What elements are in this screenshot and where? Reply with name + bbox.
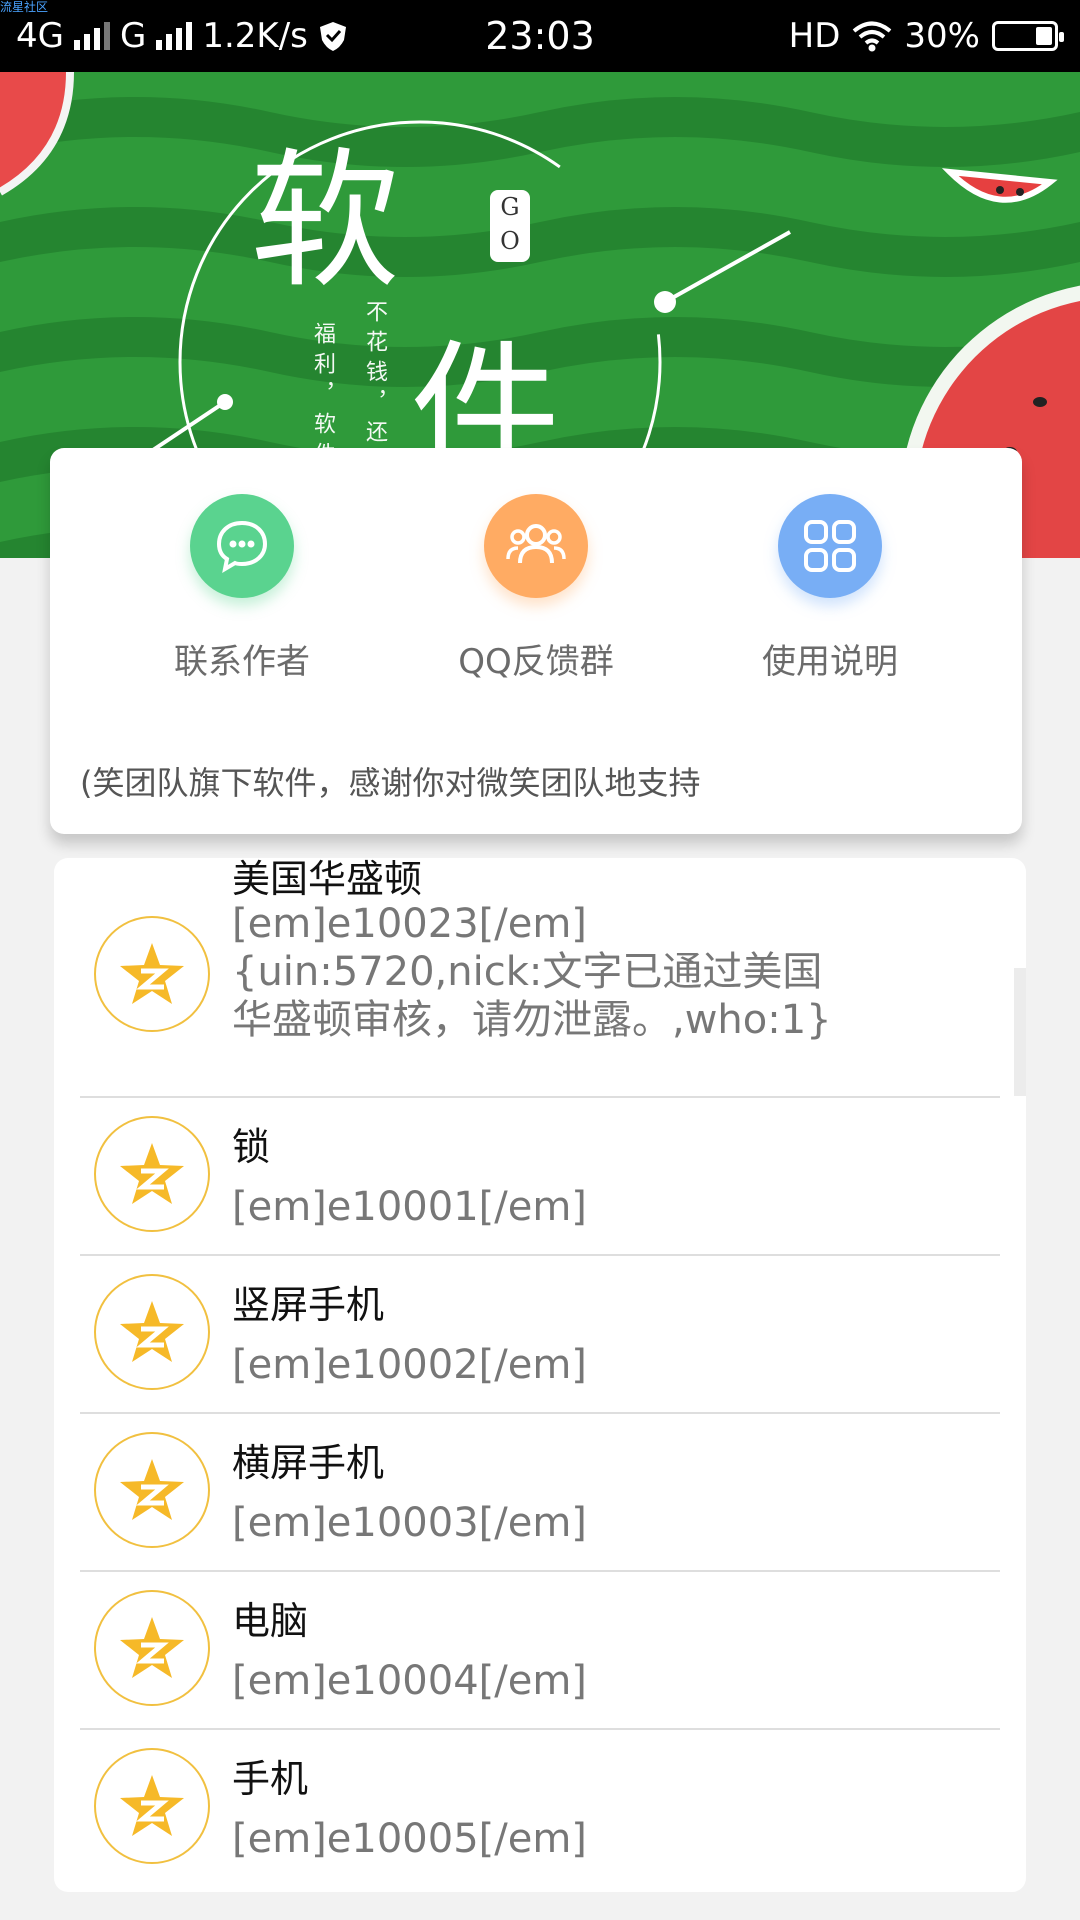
list-item[interactable]: 横屏手机 [em]e10003[/em] <box>80 1414 1000 1572</box>
contact-author-button[interactable]: 联系作者 <box>122 494 362 683</box>
item-code: [em]e10023[/em]{uin:5720,nick:文字已通过美国华盛顿… <box>232 901 832 1043</box>
item-code: [em]e10003[/em] <box>232 1500 587 1546</box>
item-name: 竖屏手机 <box>232 1283 385 1327</box>
item-name: 横屏手机 <box>232 1441 385 1485</box>
item-code: [em]e10002[/em] <box>232 1342 587 1388</box>
watermark-text: 流星社区 <box>0 0 49 14</box>
banner-title-char-1: 软 <box>250 135 401 309</box>
instructions-button[interactable]: 使用说明 <box>710 494 950 683</box>
qq-feedback-group-label: QQ反馈群 <box>458 642 614 682</box>
system-status: HD 30% <box>788 16 1064 56</box>
item-name: 手机 <box>232 1757 309 1801</box>
list-item[interactable]: 电脑 [em]e10004[/em] <box>80 1572 1000 1730</box>
status-bar: 流星社区 4G G 1.2K/s 23:03 HD 30% <box>0 0 1080 72</box>
action-icon-circle <box>190 494 294 598</box>
action-icon-circle <box>778 494 882 598</box>
battery-percent: 30% <box>904 16 980 56</box>
scrollbar[interactable] <box>1014 968 1026 1096</box>
qq-feedback-group-button[interactable]: QQ反馈群 <box>416 494 656 683</box>
action-card: 联系作者 QQ反馈群 使用说明 (笑团队旗下软件，感谢你对微笑团队地支持 <box>50 448 1022 834</box>
item-code: [em]e10001[/em] <box>232 1184 587 1230</box>
qzone-star-icon <box>94 1748 210 1864</box>
qzone-star-icon <box>94 916 210 1032</box>
contact-author-label: 联系作者 <box>174 642 310 682</box>
item-name: 锁 <box>232 1125 271 1169</box>
item-code: [em]e10005[/em] <box>232 1816 587 1862</box>
marquee-notice: (笑团队旗下软件，感谢你对微笑团队地支持 <box>80 764 701 802</box>
group-icon <box>506 524 566 564</box>
item-name: 美国华盛顿 <box>232 858 423 901</box>
grid-icon <box>804 520 856 572</box>
list-item[interactable]: 美国华盛顿 [em]e10023[/em]{uin:5720,nick:文字已通… <box>80 858 1000 1098</box>
battery-icon <box>992 21 1064 51</box>
qzone-star-icon <box>94 1274 210 1390</box>
action-icon-circle <box>484 494 588 598</box>
hd-indicator: HD <box>788 16 841 56</box>
qzone-star-icon <box>94 1116 210 1232</box>
list-item[interactable]: 手机 [em]e10005[/em] <box>80 1730 1000 1892</box>
instructions-label: 使用说明 <box>762 642 898 682</box>
wifi-icon <box>853 21 892 52</box>
list-item[interactable]: 竖屏手机 [em]e10002[/em] <box>80 1256 1000 1414</box>
list-item[interactable]: 锁 [em]e10001[/em] <box>80 1098 1000 1256</box>
qzone-star-icon <box>94 1590 210 1706</box>
item-code: [em]e10004[/em] <box>232 1658 587 1704</box>
emoji-code-list[interactable]: 美国华盛顿 [em]e10023[/em]{uin:5720,nick:文字已通… <box>54 858 1026 1892</box>
qzone-star-icon <box>94 1432 210 1548</box>
item-name: 电脑 <box>232 1599 309 1643</box>
go-tag: G O <box>490 190 530 262</box>
chat-icon <box>216 520 268 574</box>
